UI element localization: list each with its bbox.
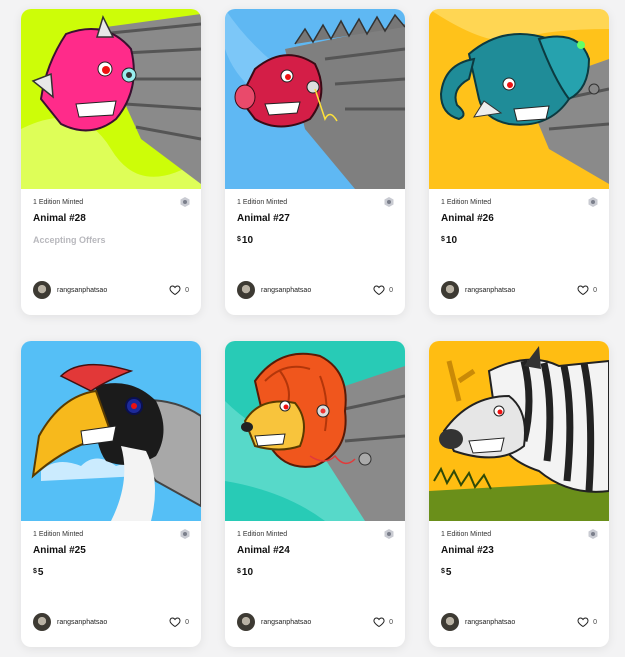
nft-title[interactable]: Animal #27 (237, 213, 290, 224)
creator-name[interactable]: rangsanphatsao (261, 287, 311, 294)
nft-image-elephant[interactable] (429, 9, 609, 189)
price-currency: $ (237, 236, 241, 243)
creator-name[interactable]: rangsanphatsao (57, 619, 107, 626)
heart-icon[interactable] (577, 616, 589, 628)
chain-icon (384, 197, 394, 207)
like-count: 0 (185, 618, 189, 626)
chain-icon (588, 529, 598, 539)
heart-icon[interactable] (373, 284, 385, 296)
edition-label: 1 Edition Minted (237, 199, 288, 206)
price: $10 (237, 567, 253, 578)
price-value: 10 (445, 235, 458, 246)
price-value: 10 (241, 235, 254, 246)
nft-card-grid: 1 Edition Minted Animal #28 Accepting Of… (0, 0, 625, 657)
nft-title[interactable]: Animal #26 (441, 213, 494, 224)
creator[interactable]: rangsanphatsao (441, 613, 515, 631)
like-button[interactable]: 0 (373, 284, 393, 296)
like-button[interactable]: 0 (169, 616, 189, 628)
nft-image-hornbill[interactable] (21, 341, 201, 521)
price-currency: $ (441, 236, 445, 243)
price: $10 (441, 235, 457, 246)
like-count: 0 (389, 618, 393, 626)
creator[interactable]: rangsanphatsao (33, 613, 107, 631)
avatar[interactable] (237, 613, 255, 631)
creator[interactable]: rangsanphatsao (237, 613, 311, 631)
nft-card[interactable]: 1 Edition Minted Animal #27 $10 rangsanp… (225, 9, 405, 315)
nft-card[interactable]: 1 Edition Minted Animal #23 $5 rangsanph… (429, 341, 609, 647)
price-value: 10 (241, 567, 254, 578)
nft-image-lion[interactable] (225, 341, 405, 521)
nft-title[interactable]: Animal #23 (441, 545, 494, 556)
heart-icon[interactable] (577, 284, 589, 296)
price-currency: $ (237, 568, 241, 575)
nft-image-rhino[interactable] (21, 9, 201, 189)
price: $10 (237, 235, 253, 246)
chain-icon (588, 197, 598, 207)
nft-image-boar[interactable] (225, 9, 405, 189)
creator-name[interactable]: rangsanphatsao (465, 619, 515, 626)
like-count: 0 (185, 286, 189, 294)
like-button[interactable]: 0 (373, 616, 393, 628)
creator-name[interactable]: rangsanphatsao (261, 619, 311, 626)
chain-icon (180, 197, 190, 207)
like-button[interactable]: 0 (577, 616, 597, 628)
like-button[interactable]: 0 (577, 284, 597, 296)
avatar[interactable] (33, 613, 51, 631)
price: $5 (33, 567, 43, 578)
nft-card[interactable]: 1 Edition Minted Animal #24 $10 rangsanp… (225, 341, 405, 647)
like-count: 0 (593, 618, 597, 626)
nft-card[interactable]: 1 Edition Minted Animal #25 $5 rangsanph… (21, 341, 201, 647)
creator[interactable]: rangsanphatsao (237, 281, 311, 299)
like-count: 0 (389, 286, 393, 294)
avatar[interactable] (237, 281, 255, 299)
creator-name[interactable]: rangsanphatsao (465, 287, 515, 294)
creator[interactable]: rangsanphatsao (33, 281, 107, 299)
nft-title[interactable]: Animal #24 (237, 545, 290, 556)
chain-icon (384, 529, 394, 539)
avatar[interactable] (441, 613, 459, 631)
heart-icon[interactable] (169, 284, 181, 296)
nft-card[interactable]: 1 Edition Minted Animal #28 Accepting Of… (21, 9, 201, 315)
like-button[interactable]: 0 (169, 284, 189, 296)
price: $5 (441, 567, 451, 578)
like-count: 0 (593, 286, 597, 294)
nft-card[interactable]: 1 Edition Minted Animal #26 $10 rangsanp… (429, 9, 609, 315)
avatar[interactable] (33, 281, 51, 299)
creator-name[interactable]: rangsanphatsao (57, 287, 107, 294)
accepting-offers-status: Accepting Offers (33, 235, 106, 245)
heart-icon[interactable] (169, 616, 181, 628)
chain-icon (180, 529, 190, 539)
edition-label: 1 Edition Minted (33, 531, 84, 538)
price-currency: $ (33, 568, 37, 575)
edition-label: 1 Edition Minted (441, 199, 492, 206)
edition-label: 1 Edition Minted (441, 531, 492, 538)
edition-label: 1 Edition Minted (237, 531, 288, 538)
nft-title[interactable]: Animal #25 (33, 545, 86, 556)
heart-icon[interactable] (373, 616, 385, 628)
creator[interactable]: rangsanphatsao (441, 281, 515, 299)
avatar[interactable] (441, 281, 459, 299)
edition-label: 1 Edition Minted (33, 199, 84, 206)
price-value: 5 (37, 567, 44, 578)
nft-image-zebra[interactable] (429, 341, 609, 521)
price-currency: $ (441, 568, 445, 575)
nft-title[interactable]: Animal #28 (33, 213, 86, 224)
price-value: 5 (445, 567, 452, 578)
